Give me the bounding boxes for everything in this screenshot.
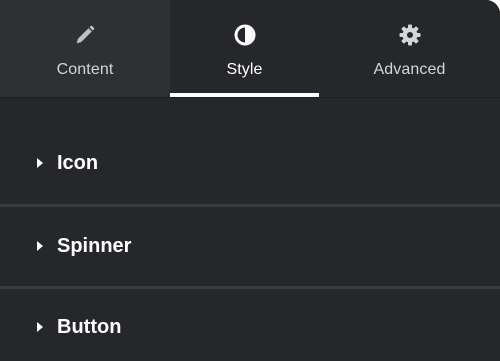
caret-right-icon (37, 322, 43, 332)
tab-style-label: Style (226, 61, 263, 78)
tab-style[interactable]: Style (170, 0, 319, 97)
section-icon[interactable]: Icon (0, 98, 500, 204)
pencil-icon (72, 22, 98, 48)
section-icon-title: Icon (57, 152, 99, 174)
gear-icon (397, 22, 423, 48)
section-spinner-title: Spinner (57, 235, 132, 257)
caret-right-icon (37, 241, 43, 251)
section-spinner[interactable]: Spinner (0, 207, 500, 286)
panel-tabs: Content Style Advanced (0, 0, 500, 97)
style-panel: Content Style Advanced Icon Spinner Butt… (0, 0, 500, 361)
tab-content-label: Content (56, 61, 114, 78)
section-button[interactable]: Button (0, 289, 500, 361)
tab-advanced-label: Advanced (373, 61, 446, 78)
tab-advanced[interactable]: Advanced (319, 0, 500, 97)
contrast-icon (232, 22, 258, 48)
caret-right-icon (37, 158, 43, 168)
tab-content[interactable]: Content (0, 0, 170, 97)
section-button-title: Button (57, 316, 122, 338)
